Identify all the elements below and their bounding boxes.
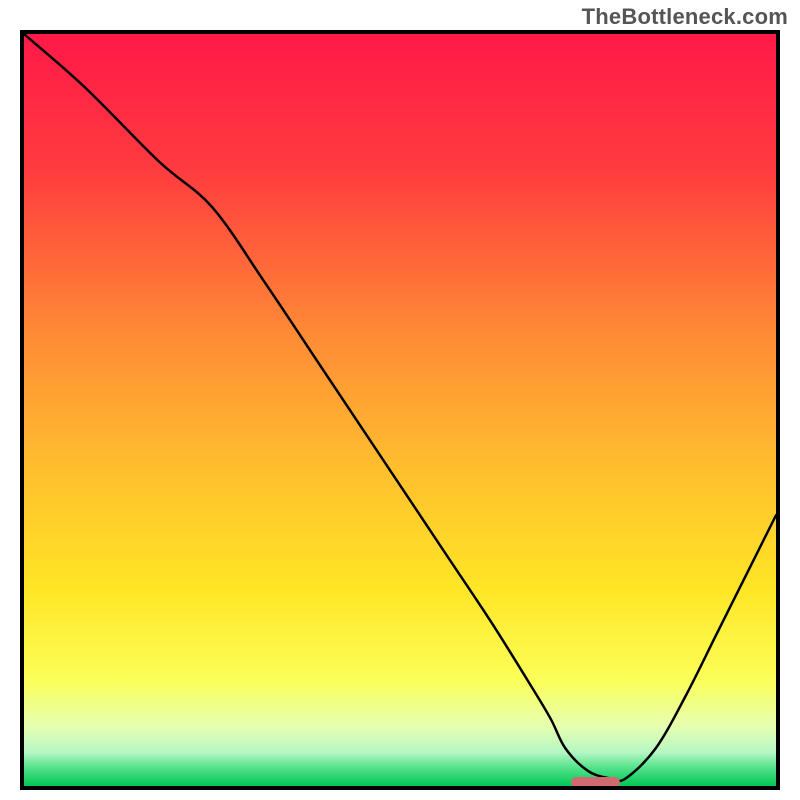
chart-plot-area	[24, 34, 776, 786]
marker-group	[571, 777, 620, 786]
page: TheBottleneck.com	[0, 0, 800, 800]
chart-background	[24, 34, 776, 786]
watermark-text: TheBottleneck.com	[582, 4, 788, 30]
chart-svg	[24, 34, 776, 786]
optimal-marker	[571, 777, 620, 786]
chart-frame	[20, 30, 780, 790]
